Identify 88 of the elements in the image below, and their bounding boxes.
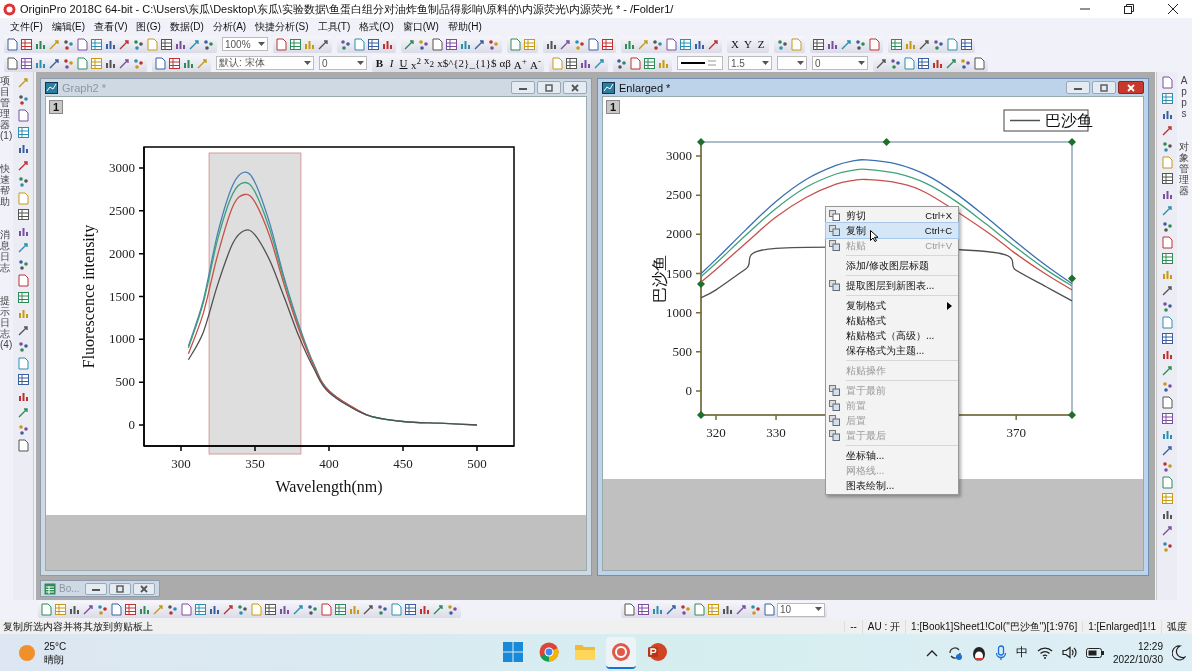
axis-label: 巴沙鱼 xyxy=(651,254,668,303)
axis-label: Wavelength(nm) xyxy=(275,478,383,495)
menu-item[interactable]: 图表绘制... xyxy=(826,478,958,493)
menu-item[interactable]: 格式(O) xyxy=(355,19,398,34)
weather-text: 晴朗 xyxy=(44,652,65,666)
menu-item[interactable]: 工具(T) xyxy=(313,19,355,34)
tick-label: 2000 xyxy=(109,245,135,261)
dropdown-field[interactable]: 100% xyxy=(222,37,268,51)
dropdown-field[interactable]: 1.5 xyxy=(727,56,772,70)
status-message: 复制所选内容并将其放到剪贴板上 xyxy=(2,619,154,634)
menu-item[interactable]: 帮助(H) xyxy=(443,19,486,34)
status-field: 1:[Enlarged]1!1 xyxy=(1082,621,1161,632)
axis-button[interactable]: X xyxy=(729,37,741,51)
menu-item[interactable]: 编辑(E) xyxy=(47,19,90,34)
menu-item[interactable]: 窗口(W) xyxy=(398,19,443,34)
tick-label: 330 xyxy=(766,425,786,440)
format-button[interactable]: αβ xyxy=(498,56,512,70)
clock-date[interactable]: 2022/10/30 xyxy=(1112,652,1163,666)
menu-item[interactable]: 复制格式 xyxy=(826,298,958,313)
menu-item[interactable]: 粘贴格式 xyxy=(826,313,958,328)
window-title: Bo... xyxy=(59,583,81,594)
dropdown-field[interactable]: 默认: 宋体 xyxy=(216,56,314,70)
dropdown-field[interactable]: 10 xyxy=(777,602,825,617)
format-button[interactable]: I xyxy=(386,56,397,70)
window-title: Graph2 * xyxy=(62,81,108,94)
tick-label: 370 xyxy=(1006,425,1026,440)
format-button[interactable]: x$^{2}$ xyxy=(410,54,423,72)
axis-label: Fluorescence intensity xyxy=(80,224,97,369)
layer-tab[interactable]: 1 xyxy=(49,100,64,114)
menu-item[interactable]: 添加/修改图层标题 xyxy=(826,258,958,273)
tick-label: 1000 xyxy=(666,304,692,320)
menu-item[interactable]: 粘贴格式（高级）... xyxy=(826,328,958,343)
menu-item[interactable]: 剪切 Ctrl+X xyxy=(826,208,958,223)
tick-label: 350 xyxy=(245,456,265,471)
clock-time[interactable]: 12:29 xyxy=(1137,639,1163,653)
status-field: 弧度 xyxy=(1161,619,1192,634)
menu-item[interactable]: 坐标轴... xyxy=(826,448,958,463)
format-button[interactable]: A$^{-}$ xyxy=(528,54,542,72)
tick-label: 2000 xyxy=(666,226,692,242)
tick-label: 3000 xyxy=(666,148,692,163)
status-field: -- xyxy=(844,621,862,632)
axis-button[interactable]: Y xyxy=(742,37,754,51)
input-method-indicator[interactable]: 中 xyxy=(1015,644,1028,661)
menu-item[interactable]: 查看(V) xyxy=(90,19,132,34)
format-button[interactable]: U xyxy=(398,56,409,70)
window-title: OriginPro 2018C 64-bit - C:\Users\东瓜\Desktop\东瓜\实验数据\鱼蛋白组分对油炸鱼制品得影响\原料的\内源荧光\内源荧光 * - /Folder1/ xyxy=(20,1,675,17)
menu-item[interactable]: 提取图层到新图表... xyxy=(826,278,958,293)
tick-label: 500 xyxy=(672,343,692,359)
temperature: 25°C xyxy=(44,639,67,653)
tick-label: 2500 xyxy=(109,202,135,218)
panel-tab[interactable]: 项目管理器 (1) xyxy=(0,75,10,141)
tick-label: 400 xyxy=(319,456,339,471)
tick-label: 0 xyxy=(685,383,692,399)
format-button[interactable]: A$^{+}$ xyxy=(512,54,528,72)
tick-label: 0 xyxy=(128,417,135,432)
layer-tab[interactable]: 1 xyxy=(606,100,621,114)
tick-label: 1000 xyxy=(109,331,135,347)
format-button[interactable]: x$_{2}$ xyxy=(423,54,436,72)
panel-tab[interactable]: 提示日志 (4) xyxy=(0,295,10,350)
panel-tab[interactable]: 对象管理器 xyxy=(1179,141,1189,196)
tick-label: 1500 xyxy=(666,265,692,281)
menu-item[interactable]: 分析(A) xyxy=(208,19,251,34)
tick-label: 320 xyxy=(706,425,726,440)
status-field: AU : 开 xyxy=(861,619,906,634)
menu-item[interactable]: 保存格式为主题... xyxy=(826,343,958,358)
menu-item[interactable]: 快捷分析(S) xyxy=(251,19,313,34)
menu-item[interactable]: 图(G) xyxy=(132,19,165,34)
tick-label: 450 xyxy=(393,456,413,471)
dropdown-field[interactable]: 0 xyxy=(319,56,367,70)
window-title: Enlarged * xyxy=(619,81,672,94)
tick-label: 500 xyxy=(467,456,487,471)
tick-label: 3000 xyxy=(109,160,135,175)
panel-tab[interactable]: Apps xyxy=(1179,75,1189,119)
tick-label: 500 xyxy=(115,374,135,390)
menu-item[interactable]: 复制 Ctrl+C xyxy=(826,223,958,238)
format-button[interactable]: x$^{2}_{1}$ xyxy=(436,56,498,70)
panel-tab[interactable]: 消息日志 xyxy=(0,229,10,273)
tick-label: 2500 xyxy=(666,187,692,203)
axis-button[interactable]: Z xyxy=(755,37,767,51)
legend-label: 巴沙鱼 xyxy=(1045,112,1093,129)
format-button[interactable]: B xyxy=(374,56,385,70)
tick-label: 300 xyxy=(171,456,191,471)
tick-label: 1500 xyxy=(109,288,135,304)
menu-item[interactable]: 文件(F) xyxy=(6,19,47,34)
panel-tab[interactable]: 快速帮助 xyxy=(0,163,10,207)
dropdown-field[interactable]: 0 xyxy=(811,56,868,70)
status-field: 1:[Book1]Sheet1!Col("巴沙鱼")[1:976] xyxy=(905,619,1083,634)
menu-item[interactable]: 数据(D) xyxy=(165,19,208,34)
